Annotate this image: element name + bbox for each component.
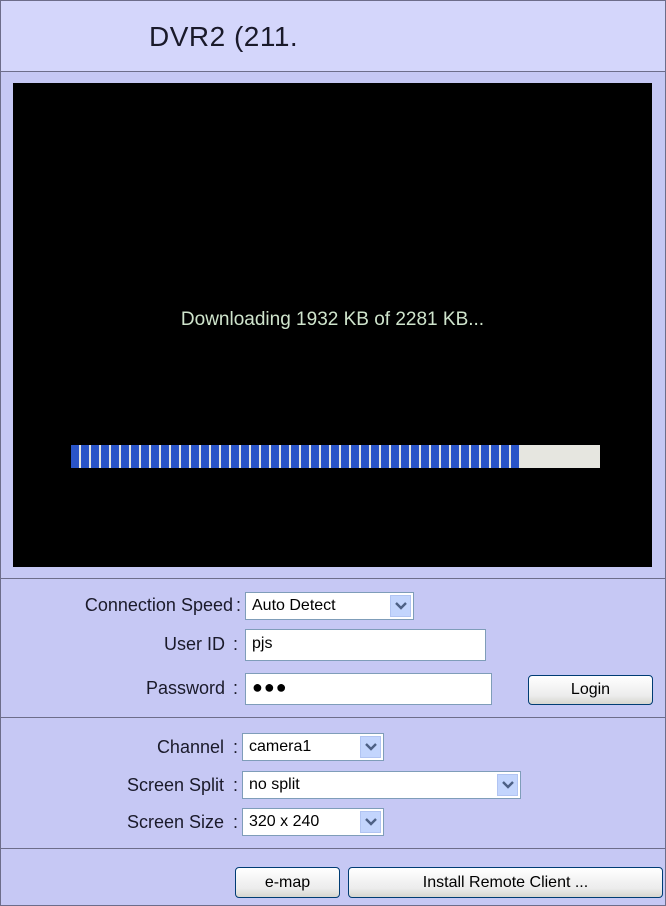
screen-size-value: 320 x 240 bbox=[249, 813, 320, 830]
channel-value: camera1 bbox=[249, 738, 312, 755]
section-divider bbox=[1, 578, 665, 579]
screen-size-select[interactable]: 320 x 240 bbox=[242, 808, 384, 836]
login-button[interactable]: Login bbox=[528, 675, 653, 705]
screen-split-value: no split bbox=[249, 776, 300, 793]
user-id-field[interactable]: pjs bbox=[245, 629, 486, 661]
user-id-label: User ID bbox=[163, 634, 225, 654]
screen-split-colon: : bbox=[233, 775, 239, 795]
screen-size-colon: : bbox=[233, 812, 239, 832]
password-label: Password bbox=[145, 678, 225, 698]
install-remote-client-button[interactable]: Install Remote Client ... bbox=[348, 867, 663, 898]
screen-split-select[interactable]: no split bbox=[242, 771, 521, 799]
video-viewer: Downloading 1932 KB of 2281 KB... bbox=[13, 83, 652, 567]
window-title: DVR2 (211. bbox=[149, 21, 299, 52]
channel-select[interactable]: camera1 bbox=[242, 733, 384, 761]
channel-colon: : bbox=[233, 737, 239, 757]
user-id-value: pjs bbox=[252, 635, 273, 652]
channel-label: Channel bbox=[156, 737, 224, 757]
password-colon: : bbox=[233, 678, 239, 698]
connection-speed-colon: : bbox=[236, 595, 242, 615]
chevron-down-icon[interactable] bbox=[390, 595, 411, 617]
connection-speed-select[interactable]: Auto Detect bbox=[245, 592, 414, 620]
chevron-down-icon[interactable] bbox=[497, 774, 518, 796]
connection-speed-value: Auto Detect bbox=[252, 597, 336, 614]
screen-split-label: Screen Split bbox=[126, 775, 224, 795]
user-id-colon: : bbox=[233, 634, 239, 654]
chevron-down-icon[interactable] bbox=[360, 811, 381, 833]
download-progress-fill bbox=[71, 445, 520, 468]
connection-speed-label: Connection Speed bbox=[84, 595, 233, 615]
section-divider bbox=[1, 717, 665, 718]
chevron-down-icon[interactable] bbox=[360, 736, 381, 758]
download-status-text: Downloading 1932 KB of 2281 KB... bbox=[180, 309, 485, 330]
password-masked-value: ●●● bbox=[252, 677, 288, 697]
e-map-button[interactable]: e-map bbox=[235, 867, 340, 898]
section-divider bbox=[1, 848, 665, 849]
screen-size-label: Screen Size bbox=[126, 812, 224, 832]
download-progress-bar bbox=[71, 445, 600, 468]
dvr-web-client: DVR2 (211. Downloading 1932 KB of 2281 K… bbox=[0, 0, 666, 906]
password-field[interactable]: ●●● bbox=[245, 673, 492, 705]
title-bar: DVR2 (211. bbox=[1, 1, 665, 72]
